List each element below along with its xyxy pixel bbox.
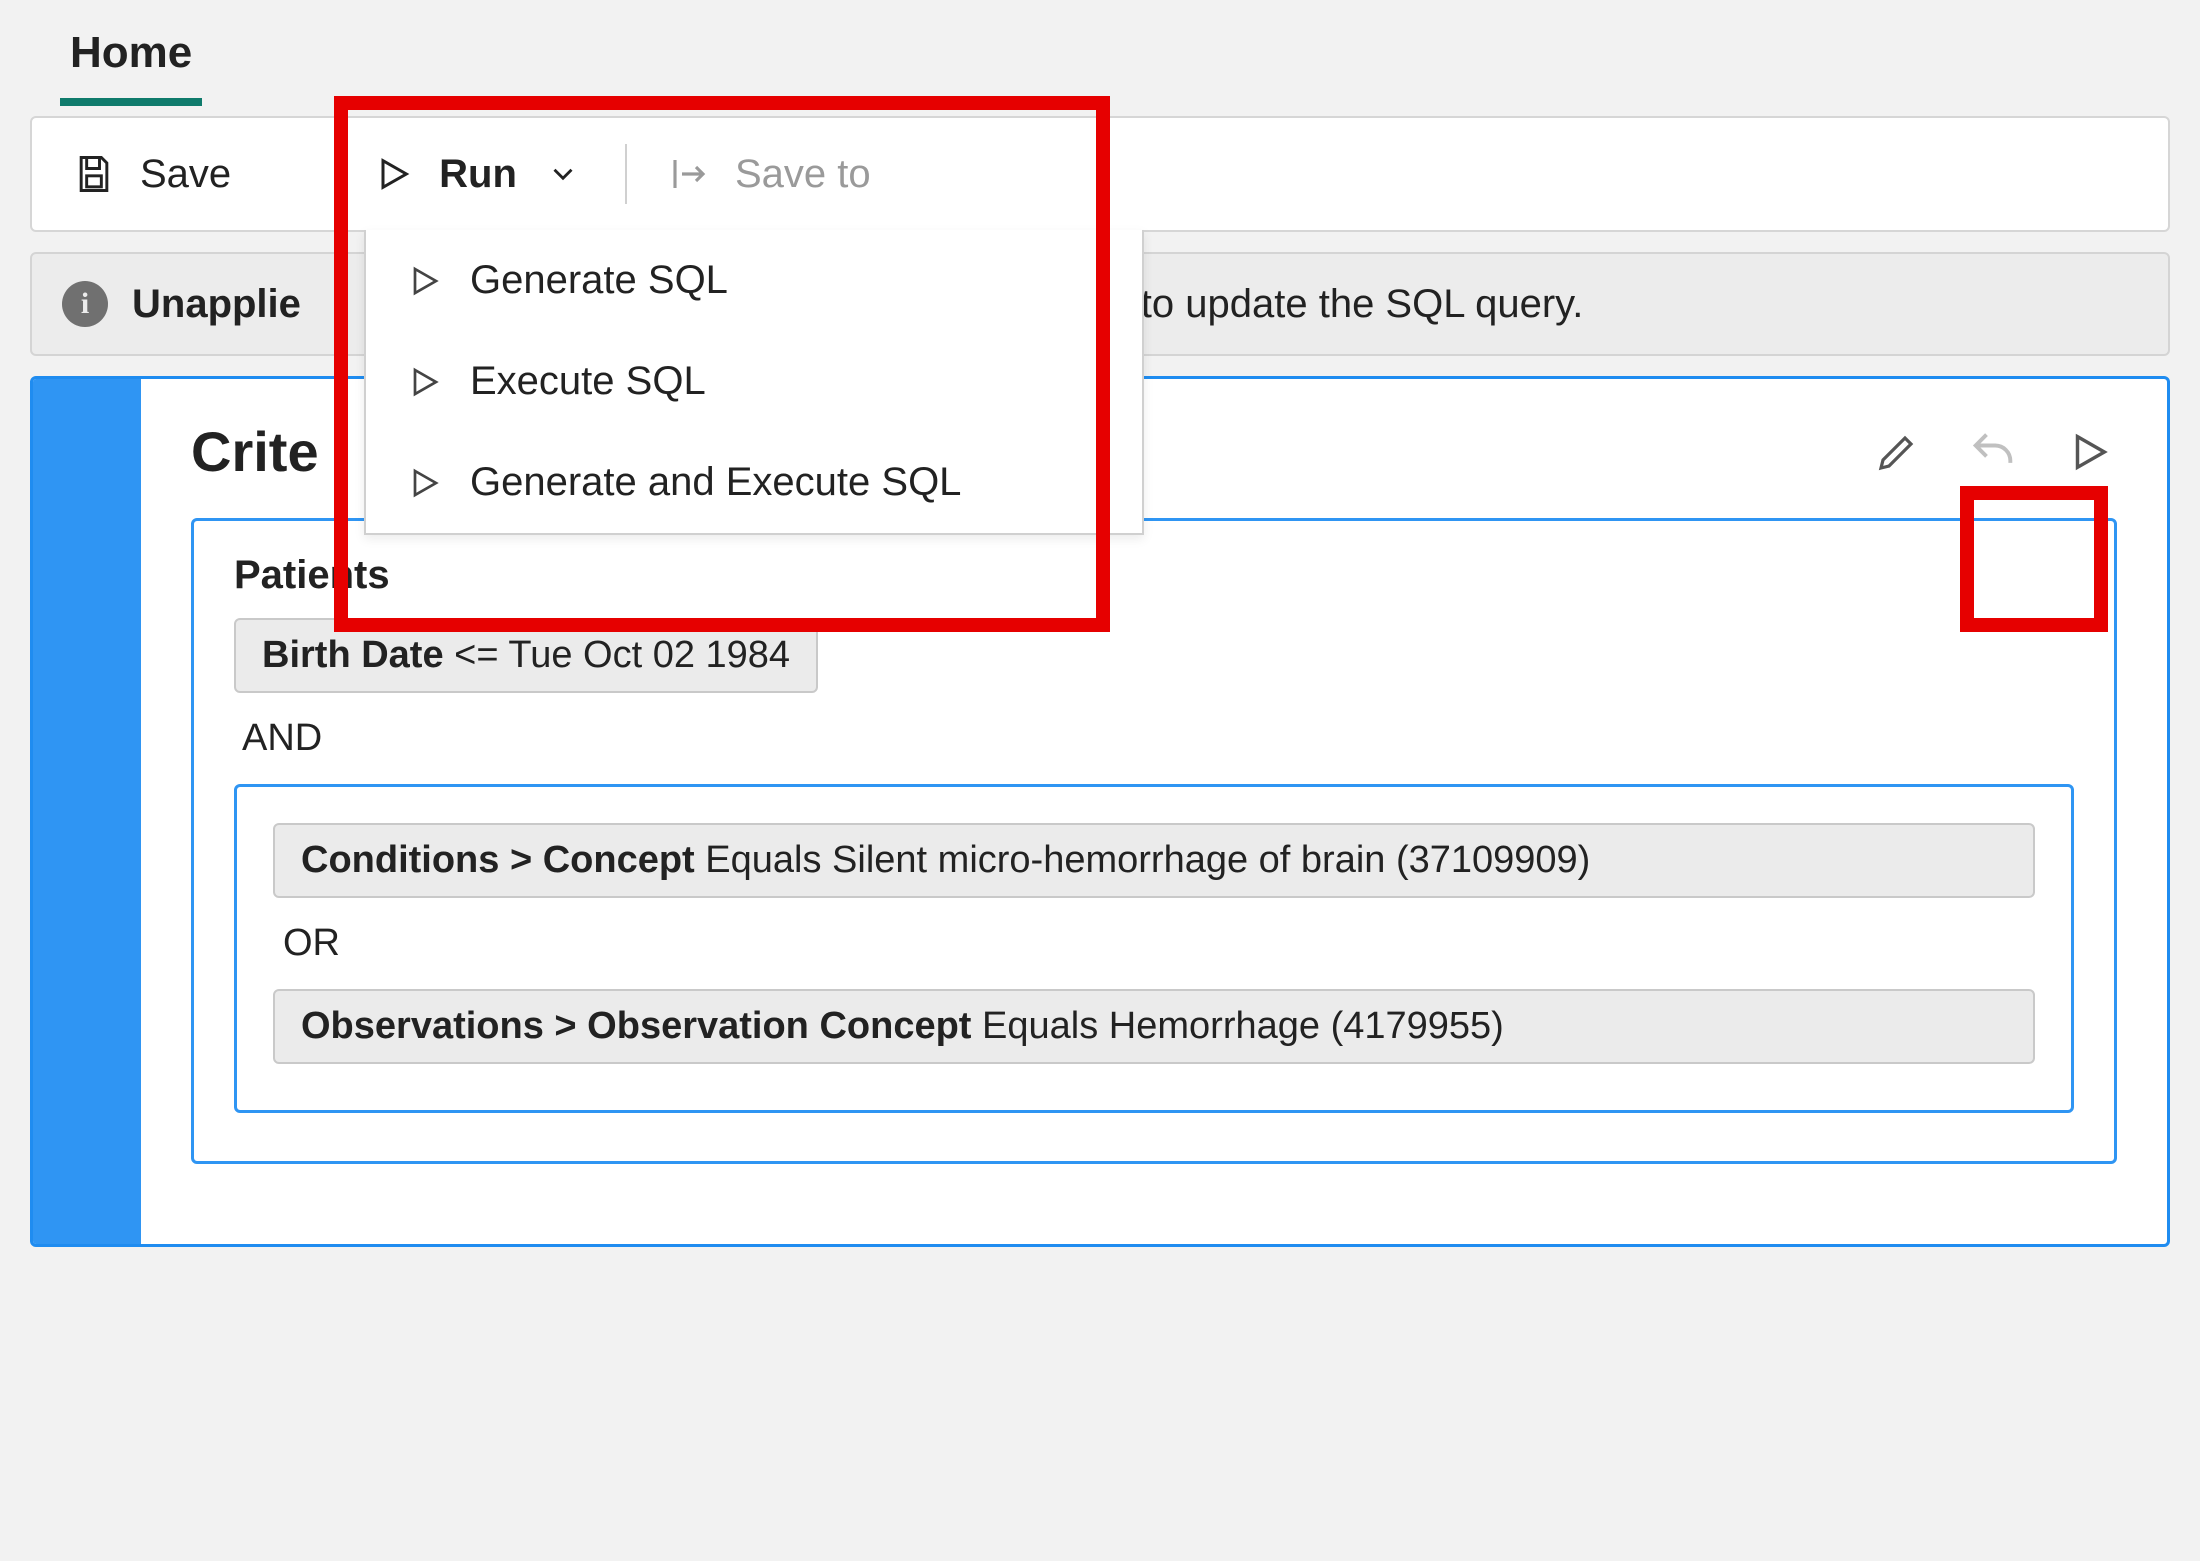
- rule-field: Birth Date: [262, 634, 444, 676]
- run-menu-generate-sql[interactable]: Generate SQL: [366, 230, 1142, 331]
- run-criteria-button[interactable]: [2061, 424, 2117, 480]
- criteria-title: Crite: [191, 419, 319, 484]
- save-to-label: Save to: [735, 152, 871, 197]
- undo-button: [1965, 424, 2021, 480]
- menu-item-label: Execute SQL: [470, 359, 706, 404]
- operator-and: AND: [234, 703, 2074, 774]
- info-text-prefix: Unapplie: [132, 282, 301, 327]
- run-label: Run: [439, 152, 517, 197]
- rule-value: Silent micro-hemorrhage of brain (371099…: [832, 839, 1590, 881]
- tab-bar: Home: [0, 0, 2200, 106]
- rule-op: <=: [454, 634, 498, 676]
- save-icon: [72, 152, 116, 196]
- card-actions: [1869, 424, 2117, 480]
- save-to-button: Save to: [667, 152, 871, 197]
- criteria-rule-observation[interactable]: Observations > Observation Concept Equal…: [273, 989, 2035, 1064]
- toolbar-separator: [625, 144, 627, 204]
- export-icon: [667, 152, 711, 196]
- menu-item-label: Generate and Execute SQL: [470, 460, 961, 505]
- run-menu-execute-sql[interactable]: Execute SQL: [366, 331, 1142, 432]
- criteria-entity: Patients: [234, 553, 2074, 598]
- info-text-suffix: L to update the SQL query.: [1109, 282, 1583, 327]
- criteria-rule-condition[interactable]: Conditions > Concept Equals Silent micro…: [273, 823, 2035, 898]
- toolbar: Save Run Save to: [30, 116, 2170, 232]
- operator-or: OR: [273, 908, 2035, 979]
- card-accent: [33, 379, 141, 1244]
- menu-item-label: Generate SQL: [470, 258, 728, 303]
- run-menu-generate-execute-sql[interactable]: Generate and Execute SQL: [366, 432, 1142, 533]
- run-dropdown: Generate SQL Execute SQL Generate and Ex…: [364, 230, 1144, 535]
- play-icon: [371, 152, 415, 196]
- rule-field: Observations > Observation Concept: [301, 1005, 971, 1047]
- criteria-rule-birthdate[interactable]: Birth Date <= Tue Oct 02 1984: [234, 618, 818, 693]
- rule-value: Tue Oct 02 1984: [508, 634, 790, 676]
- play-icon: [406, 364, 442, 400]
- run-button[interactable]: Run: [371, 152, 585, 197]
- criteria-block: Patients Birth Date <= Tue Oct 02 1984 A…: [191, 518, 2117, 1164]
- chevron-down-icon: [541, 152, 585, 196]
- rule-op: Equals: [982, 1005, 1098, 1047]
- play-icon: [406, 465, 442, 501]
- tab-home[interactable]: Home: [60, 8, 202, 106]
- rule-value: Hemorrhage (4179955): [1109, 1005, 1504, 1047]
- rule-field: Conditions > Concept: [301, 839, 695, 881]
- info-icon: i: [62, 281, 108, 327]
- criteria-subgroup: Conditions > Concept Equals Silent micro…: [234, 784, 2074, 1113]
- save-label: Save: [140, 152, 231, 197]
- save-button[interactable]: Save: [72, 152, 231, 197]
- rule-op: Equals: [705, 839, 821, 881]
- edit-button[interactable]: [1869, 424, 1925, 480]
- play-icon: [406, 263, 442, 299]
